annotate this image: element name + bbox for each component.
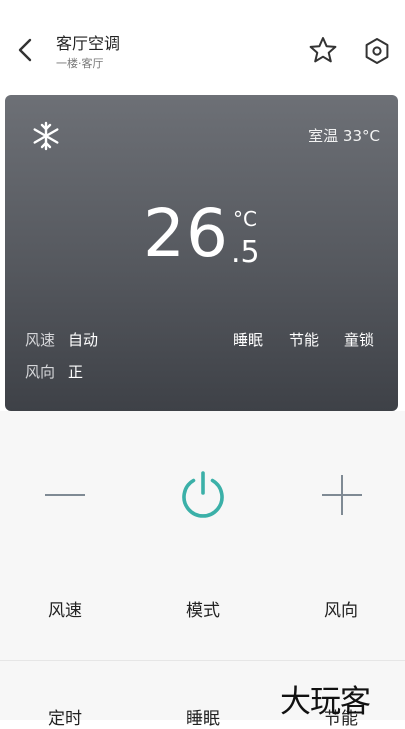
set-temperature-decimal: .5	[231, 235, 260, 270]
airflow-button[interactable]: 风向	[301, 596, 381, 621]
set-temperature-integer: 26	[143, 195, 229, 272]
sleep-button[interactable]: 睡眠	[163, 704, 243, 729]
temperature-unit: °C	[233, 207, 257, 231]
room-temperature: 室温 33°C	[308, 127, 380, 145]
back-chevron-icon[interactable]	[12, 34, 38, 66]
header-bar: 客厅空调 一楼·客厅	[0, 0, 405, 92]
plus-icon[interactable]	[319, 472, 365, 518]
status-card: 室温 33°C 26 °C .5 风速 自动 风向 正 睡眠 节能 童锁	[5, 95, 398, 411]
feature-child-lock: 童锁	[344, 331, 375, 349]
timer-button[interactable]: 定时	[25, 704, 105, 729]
snowflake-icon	[33, 121, 59, 151]
fan-speed-button[interactable]: 风速	[25, 596, 105, 621]
watermark-text: 大玩客	[280, 684, 371, 720]
page-title: 客厅空调	[56, 34, 121, 53]
airflow-value: 正	[68, 363, 84, 381]
star-icon[interactable]	[308, 35, 338, 65]
minus-icon[interactable]	[42, 470, 88, 520]
page-subtitle: 一楼·客厅	[56, 57, 104, 70]
fan-speed-value: 自动	[68, 331, 99, 349]
control-panel	[0, 411, 405, 720]
power-icon[interactable]	[176, 468, 230, 522]
divider	[0, 660, 405, 661]
mode-button[interactable]: 模式	[163, 596, 243, 621]
airflow-label: 风向	[25, 363, 56, 381]
feature-energy-saving: 节能	[289, 331, 320, 349]
feature-sleep: 睡眠	[233, 331, 264, 349]
fan-speed-label: 风速	[25, 331, 56, 349]
hexagon-settings-icon[interactable]	[362, 36, 392, 66]
